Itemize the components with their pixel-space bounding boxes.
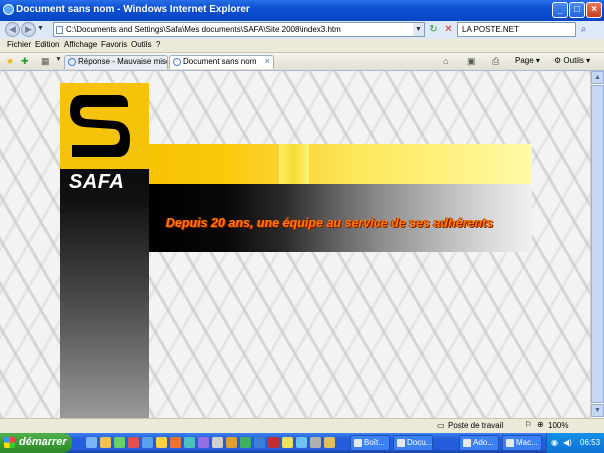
- quicklaunch-icon[interactable]: [128, 437, 139, 448]
- system-tray: ◉ ◀) 06:53: [546, 433, 604, 453]
- task-label: Mac...: [516, 438, 538, 447]
- menu-fichier[interactable]: Fichier: [7, 40, 31, 49]
- zoom-level[interactable]: 100%: [548, 421, 568, 430]
- quick-tabs-icon[interactable]: ▦: [41, 56, 50, 67]
- menu-bar: Fichier Edition Affichage Favoris Outils…: [0, 39, 604, 53]
- tab-label: Document sans nom: [183, 57, 257, 66]
- print-icon[interactable]: ⎙: [492, 56, 499, 67]
- tools-menu-button[interactable]: ⚙ Outils ▾: [554, 56, 590, 65]
- page-icon: [56, 26, 63, 34]
- address-row: ◀ ▶ ▼ C:\Documents and Settings\Safa\Mes…: [0, 21, 604, 39]
- clock: 06:53: [580, 438, 601, 447]
- page-menu-label: Page: [515, 56, 534, 65]
- page-menu-button[interactable]: Page ▾: [515, 56, 540, 65]
- yellow-banner: [149, 144, 532, 184]
- scroll-up-icon[interactable]: ▲: [591, 71, 604, 84]
- tab-bar: ★ ✚ ▦ ▼ Réponse - Mauvaise mise en ... D…: [0, 53, 604, 71]
- taskbar: démarrer Boît... Docu... Ado... Mac... ◉…: [0, 433, 604, 453]
- quicklaunch-icon[interactable]: [282, 437, 293, 448]
- search-input[interactable]: LA POSTE.NET: [457, 22, 576, 37]
- task-mailbox[interactable]: Boît...: [350, 435, 390, 451]
- quicklaunch-icon[interactable]: [156, 437, 167, 448]
- page-content: SAFA Depuis 20 ans, une équipe au servic…: [0, 71, 590, 418]
- address-text: C:\Documents and Settings\Safa\Mes docum…: [66, 25, 341, 34]
- menu-outils[interactable]: Outils: [131, 40, 151, 49]
- windows-flag-icon: [4, 437, 15, 448]
- forward-button[interactable]: ▶: [21, 22, 36, 37]
- address-bar[interactable]: C:\Documents and Settings\Safa\Mes docum…: [53, 22, 425, 37]
- quicklaunch-icon[interactable]: [170, 437, 181, 448]
- search-text: LA POSTE.NET: [462, 25, 519, 34]
- history-dropdown-icon[interactable]: ▼: [37, 25, 44, 32]
- refresh-icon[interactable]: ↻: [427, 23, 440, 36]
- tray-icon[interactable]: ◉: [551, 438, 558, 447]
- menu-help[interactable]: ?: [156, 40, 160, 49]
- vertical-scrollbar[interactable]: ▲ ▼: [590, 71, 604, 418]
- quicklaunch-icon[interactable]: [296, 437, 307, 448]
- home-icon[interactable]: ⌂: [443, 56, 448, 66]
- mail-icon: [354, 439, 362, 447]
- ie-page-icon: [68, 58, 76, 66]
- scroll-thumb[interactable]: [591, 85, 604, 403]
- quicklaunch-icon[interactable]: [254, 437, 265, 448]
- tab-label: Réponse - Mauvaise mise en ...: [78, 57, 167, 66]
- minimize-button[interactable]: _: [552, 2, 568, 18]
- ie-icon: [397, 439, 405, 447]
- tab-close-icon[interactable]: ×: [265, 56, 270, 66]
- zoom-icon: ⊕: [537, 420, 544, 429]
- menu-edition[interactable]: Edition: [35, 40, 59, 49]
- task-label: Boît...: [364, 438, 385, 447]
- title-bar: Document sans nom - Windows Internet Exp…: [0, 0, 604, 21]
- security-zone: Poste de travail: [448, 421, 504, 430]
- start-button[interactable]: démarrer: [0, 433, 72, 453]
- close-button[interactable]: ×: [586, 2, 602, 18]
- quicklaunch-icon[interactable]: [142, 437, 153, 448]
- quicklaunch-icon[interactable]: [324, 437, 335, 448]
- quicklaunch-icon[interactable]: [114, 437, 125, 448]
- quicklaunch-icon[interactable]: [86, 437, 97, 448]
- tab-document[interactable]: Document sans nom ×: [169, 55, 274, 69]
- quicklaunch-icon[interactable]: [240, 437, 251, 448]
- logo-s-icon: [70, 95, 130, 157]
- menu-affichage[interactable]: Affichage: [64, 40, 97, 49]
- protected-mode-icon: ⚐: [525, 420, 533, 429]
- start-label: démarrer: [19, 436, 67, 448]
- search-icon[interactable]: ⌕: [577, 23, 590, 36]
- computer-icon: ▭: [437, 421, 445, 430]
- window-title: Document sans nom - Windows Internet Exp…: [16, 4, 250, 15]
- quicklaunch-icon[interactable]: [100, 437, 111, 448]
- macromedia-icon: [506, 439, 514, 447]
- task-adobe[interactable]: Ado...: [459, 435, 499, 451]
- quicklaunch-icon[interactable]: [198, 437, 209, 448]
- tab-reponse[interactable]: Réponse - Mauvaise mise en ...: [64, 55, 168, 69]
- add-favorite-icon[interactable]: ✚: [21, 56, 29, 67]
- quicklaunch-icon[interactable]: [310, 437, 321, 448]
- ie-icon: [3, 4, 14, 15]
- quicklaunch-icon[interactable]: [212, 437, 223, 448]
- back-button[interactable]: ◀: [5, 22, 20, 37]
- quicklaunch-icon[interactable]: [184, 437, 195, 448]
- stop-icon[interactable]: ✕: [442, 23, 455, 36]
- task-label: Docu...: [407, 438, 433, 447]
- quicklaunch-icon[interactable]: [268, 437, 279, 448]
- scroll-down-icon[interactable]: ▼: [591, 404, 604, 417]
- adobe-icon: [463, 439, 471, 447]
- task-label: Ado...: [473, 438, 494, 447]
- tagline: Depuis 20 ans, une équipe au service de …: [166, 216, 494, 230]
- task-ie-document[interactable]: Docu...: [393, 435, 433, 451]
- quicklaunch-icon[interactable]: [226, 437, 237, 448]
- status-bar: ▭ Poste de travail ⚐ ⊕ 100%: [0, 418, 604, 433]
- menu-favoris[interactable]: Favoris: [101, 40, 127, 49]
- address-dropdown-icon[interactable]: ▼: [413, 23, 424, 36]
- tab-list-icon[interactable]: ▼: [55, 56, 62, 63]
- logo-text: SAFA: [69, 171, 125, 193]
- maximize-button[interactable]: □: [569, 2, 585, 18]
- task-macromedia[interactable]: Mac...: [502, 435, 542, 451]
- ie-page-icon: [173, 58, 181, 66]
- volume-icon[interactable]: ◀): [563, 438, 572, 447]
- favorites-star-icon[interactable]: ★: [6, 56, 14, 67]
- feeds-icon[interactable]: ▣: [467, 56, 476, 67]
- tools-menu-label: Outils: [563, 56, 584, 65]
